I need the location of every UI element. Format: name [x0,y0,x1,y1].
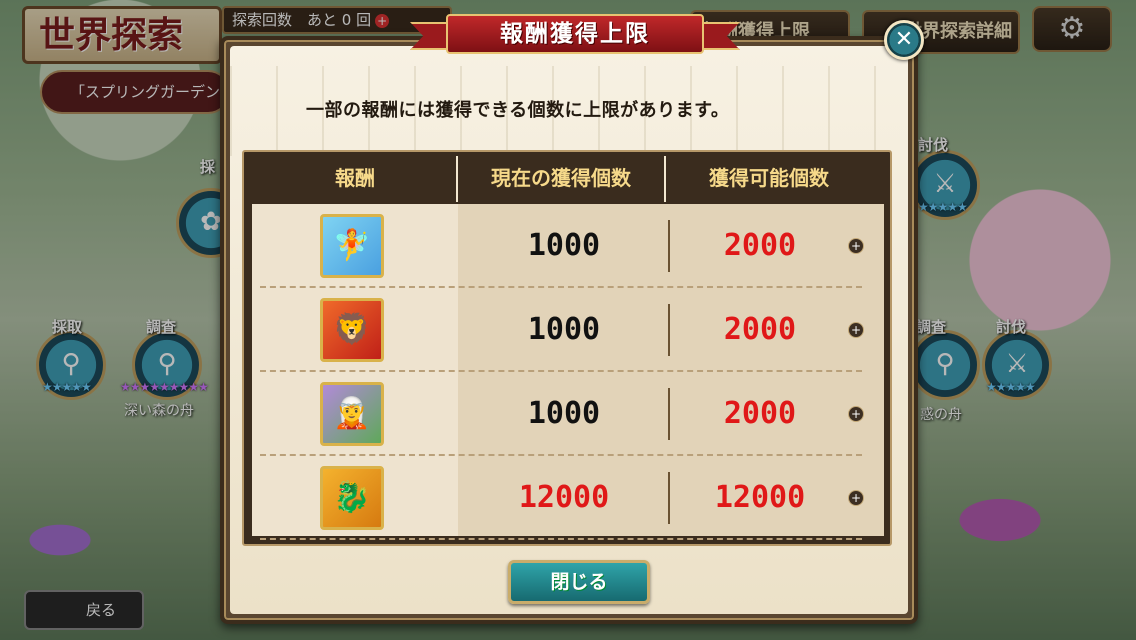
current-count: 1000 [527,396,601,431]
table-row: 🧚 1000 2000 + [252,204,882,288]
current-count: 12000 [518,480,610,515]
max-count: 12000 [714,480,806,515]
close-icon[interactable]: ✕ [884,20,924,60]
green-hood-character-icon[interactable]: 🧝 [320,382,384,446]
current-count: 1000 [527,228,601,263]
pink-dragon-character-icon[interactable]: 🐉 [320,466,384,530]
table-row: 🦁 1000 2000 + [252,288,882,372]
table-body: 🧚 1000 2000 + 🦁 1000 2000 + 🧝 1000 2000 … [252,204,884,540]
dialog-notice: 一部の報酬には獲得できる個数に上限があります。 [306,100,730,121]
header-max-count: 獲得可能個数 [709,166,829,190]
max-count: 2000 [723,396,797,431]
row-divider [260,538,862,540]
close-dialog-button[interactable]: 閉じる [508,560,650,604]
header-current-count: 現在の獲得個数 [491,166,631,190]
max-count: 2000 [723,312,797,347]
max-count: 2000 [723,228,797,263]
header-reward: 報酬 [335,166,375,190]
plus-icon[interactable]: + [848,238,864,254]
plus-icon[interactable]: + [848,322,864,338]
plus-icon[interactable]: + [848,406,864,422]
dialog-title: 報酬獲得上限 [446,14,704,54]
plus-icon[interactable]: + [848,490,864,506]
table-row: 🐉 12000 12000 + [252,456,882,540]
table-row: 🧝 1000 2000 + [252,372,882,456]
current-count: 1000 [527,312,601,347]
reward-table: 報酬 現在の獲得個数 獲得可能個数 🧚 1000 2000 + 🦁 1000 2… [242,150,892,546]
blue-fairy-character-icon[interactable]: 🧚 [320,214,384,278]
dialog-title-ribbon: 報酬獲得上限 [410,8,740,60]
flower-lion-character-icon[interactable]: 🦁 [320,298,384,362]
